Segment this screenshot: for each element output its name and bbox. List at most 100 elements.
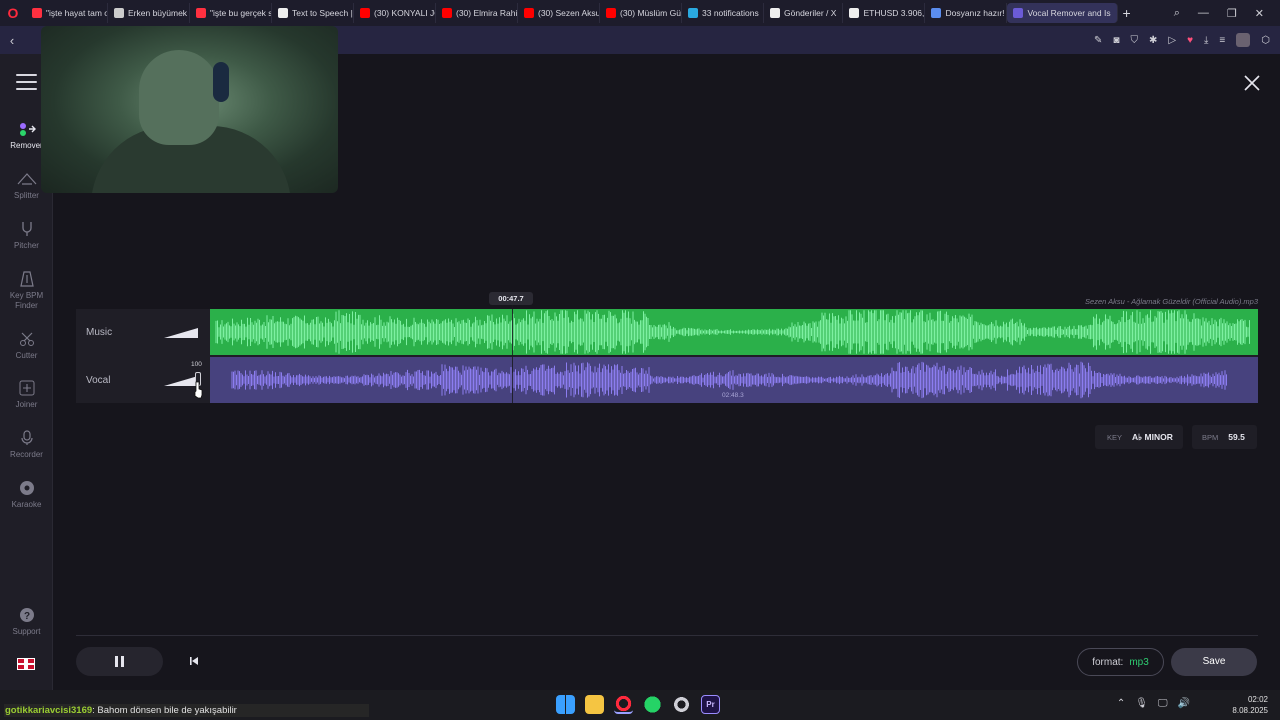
opera-logo-icon[interactable]: O	[0, 0, 26, 26]
shield-icon[interactable]: ⛉	[1130, 35, 1138, 46]
chevron-up-icon[interactable]: ⌃	[1117, 698, 1125, 709]
vocal-volume-value: 100	[191, 361, 202, 368]
browser-tab[interactable]: Dosyanız hazır! -	[925, 3, 1008, 23]
settings-gear-icon[interactable]	[672, 695, 691, 714]
sidebar-item-support[interactable]: ? Support	[0, 606, 53, 636]
opera-browser-icon[interactable]	[614, 695, 633, 714]
tab-label: (30) Sezen Aksu -	[538, 8, 600, 18]
play-icon[interactable]: ▷	[1168, 35, 1176, 46]
tab-label: 33 notifications	[702, 8, 759, 18]
browser-tab[interactable]: "işte bu gerçek s	[190, 3, 272, 23]
profile-avatar[interactable]	[1236, 33, 1251, 47]
tab-label: Vocal Remover and Is	[1027, 8, 1111, 18]
tab-favicon-icon	[1013, 8, 1024, 18]
volume-icon[interactable]: 🔊	[1178, 698, 1190, 709]
system-clock[interactable]: 02:02 8.08.2025	[1232, 694, 1268, 716]
format-select[interactable]: format: mp3	[1077, 648, 1164, 676]
browser-tab[interactable]: (30) Sezen Aksu -	[518, 3, 600, 23]
browser-toolbar-icons: ✎ ◙ ⛉ ✱ ▷ ♥ ⤓ ≡ ⬡	[1094, 26, 1270, 54]
restart-icon[interactable]	[187, 654, 201, 668]
playhead[interactable]	[511, 305, 513, 403]
heart-icon[interactable]: ♥	[1187, 35, 1193, 46]
sidebar-item-label: Pitcher	[14, 241, 39, 250]
sidebar-item-cutter[interactable]: Cutter	[0, 330, 53, 360]
search-tabs-icon[interactable]: ⌕	[1174, 7, 1180, 20]
sidebar-item-label: Support	[12, 627, 41, 636]
window-close-button[interactable]: ✕	[1255, 7, 1264, 20]
chat-message: : Bahom dönsen bile de yakışabilir	[92, 705, 237, 716]
language-flag-icon[interactable]	[17, 658, 35, 670]
vocal-track-label: Vocal	[86, 375, 111, 386]
premiere-pro-icon[interactable]: Pr	[701, 695, 720, 714]
browser-tab[interactable]: (30) Müslüm Gür	[600, 3, 682, 23]
sidebar-item-label: Recorder	[10, 450, 43, 459]
tab-favicon-icon	[770, 8, 780, 18]
sidebar-item-joiner[interactable]: Joiner	[0, 379, 53, 409]
menu-icon[interactable]: ≡	[1219, 35, 1225, 46]
sidebar-item-key-bpm-finder[interactable]: Key BPM Finder	[0, 270, 53, 311]
network-icon[interactable]: 🖵	[1158, 698, 1168, 709]
sidebar-item-label: Cutter	[15, 351, 38, 360]
current-time-badge: 00:47.7	[489, 292, 533, 305]
tab-label: (30) Elmira Rahim	[456, 8, 518, 18]
camera-icon[interactable]: ◙	[1113, 35, 1119, 46]
tab-label: (30) KONYALI JOH	[374, 8, 435, 18]
tab-favicon-icon	[688, 8, 698, 18]
system-tray: ⌃ 🎙 🖵 🔊	[1117, 698, 1190, 709]
clock-date: 8.08.2025	[1232, 706, 1268, 715]
karaoke-icon	[19, 479, 35, 497]
cube-icon[interactable]: ⬡	[1261, 35, 1270, 46]
tab-favicon-icon	[114, 8, 124, 18]
music-volume-slider[interactable]	[164, 328, 198, 338]
pitcher-icon	[20, 220, 34, 238]
webcam-overlay	[41, 26, 338, 193]
save-button[interactable]: Save	[1171, 648, 1257, 676]
browser-tab[interactable]: Vocal Remover and Is	[1007, 3, 1118, 23]
sidebar-item-pitcher[interactable]: Pitcher	[0, 220, 53, 250]
back-button[interactable]: ‹	[0, 33, 24, 48]
browser-tab[interactable]: 33 notifications	[682, 3, 764, 23]
close-icon[interactable]	[1243, 74, 1261, 92]
sidebar-item-label: Joiner	[15, 400, 38, 409]
browser-tab[interactable]: "işte hayat tam o	[26, 3, 108, 23]
sidebar-item-karaoke[interactable]: Karaoke	[0, 479, 53, 509]
download-icon[interactable]: ⤓	[1204, 35, 1208, 46]
browser-tab-bar: O "işte hayat tam o Erken büyümek z "işte …	[0, 0, 1280, 26]
windows-taskbar: gotikkariavcisi3169: Bahom dönsen bile d…	[0, 690, 1280, 720]
bpm-value: 59.5	[1228, 432, 1245, 442]
browser-tab[interactable]: Text to Speech | E	[272, 3, 354, 23]
tab-list: "işte hayat tam o Erken büyümek z "işte bu…	[26, 0, 1118, 26]
whatsapp-icon[interactable]	[643, 695, 662, 714]
windows-start-icon[interactable]	[556, 695, 575, 714]
tab-favicon-icon	[442, 8, 452, 18]
browser-tab[interactable]: (30) Elmira Rahim	[436, 3, 518, 23]
stream-chat-line: gotikkariavcisi3169: Bahom dönsen bile d…	[4, 704, 369, 717]
browser-tab[interactable]: ETHUSD 3.906,01	[843, 3, 926, 23]
pause-button[interactable]	[76, 647, 163, 676]
minimize-button[interactable]: —	[1198, 7, 1209, 19]
hamburger-menu-icon[interactable]	[16, 74, 37, 90]
screen: O "işte hayat tam o Erken büyümek z "işte …	[0, 0, 1280, 720]
help-icon: ?	[19, 606, 35, 624]
extension-icon[interactable]: ✱	[1149, 35, 1157, 46]
music-waveform[interactable]	[210, 309, 1258, 355]
browser-tab[interactable]: (30) KONYALI JOH	[354, 3, 436, 23]
maximize-button[interactable]: ❐	[1227, 7, 1237, 20]
file-explorer-icon[interactable]	[585, 695, 604, 714]
tab-favicon-icon	[32, 8, 42, 18]
format-value: mp3	[1129, 656, 1149, 668]
total-duration: 02:48.3	[722, 392, 744, 399]
tab-label: "işte bu gerçek s	[210, 8, 272, 18]
music-waveform-path	[215, 310, 1250, 354]
browser-tab[interactable]: Gönderiler / X	[764, 3, 844, 23]
sidebar-item-recorder[interactable]: Recorder	[0, 429, 53, 459]
edit-icon[interactable]: ✎	[1094, 35, 1102, 46]
tab-favicon-icon	[524, 8, 534, 18]
browser-tab[interactable]: Erken büyümek z	[108, 3, 190, 23]
microphone-tray-icon[interactable]: 🎙	[1135, 698, 1148, 709]
format-label: format:	[1092, 656, 1124, 668]
bpm-display: BPM 59.5	[1192, 425, 1257, 449]
splitter-icon	[17, 170, 37, 188]
taskbar-apps: Pr	[556, 695, 720, 717]
new-tab-button[interactable]: +	[1118, 5, 1136, 21]
